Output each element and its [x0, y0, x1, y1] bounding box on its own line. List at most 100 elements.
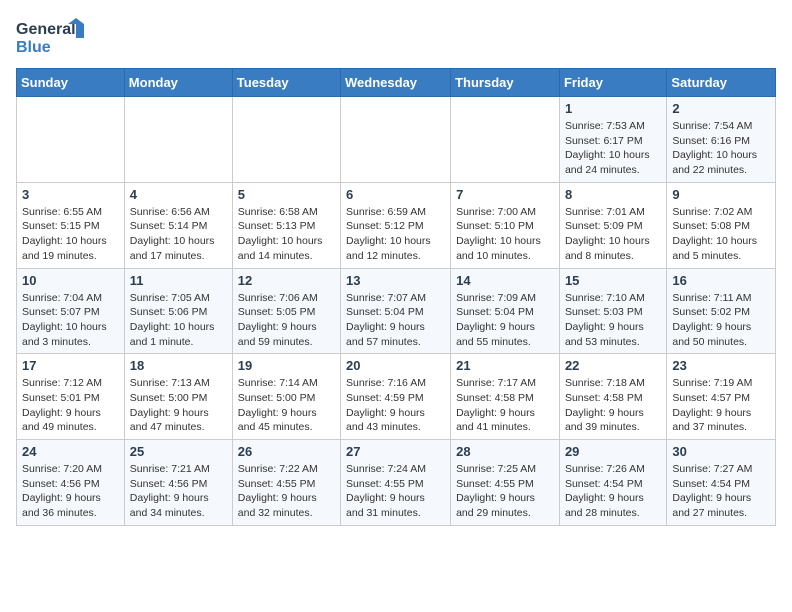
weekday-header-friday: Friday [559, 69, 666, 97]
calendar-cell [341, 97, 451, 183]
day-info: Sunrise: 7:17 AM Sunset: 4:58 PM Dayligh… [456, 376, 554, 435]
calendar-cell [451, 97, 560, 183]
calendar-table: SundayMondayTuesdayWednesdayThursdayFrid… [16, 68, 776, 526]
calendar-cell: 15 Sunrise: 7:10 AM Sunset: 5:03 PM Dayli… [559, 268, 666, 354]
calendar-cell: 6 Sunrise: 6:59 AM Sunset: 5:12 PM Daylig… [341, 182, 451, 268]
day-number: 23 [672, 358, 770, 373]
day-info: Sunrise: 7:22 AM Sunset: 4:55 PM Dayligh… [238, 462, 335, 521]
calendar-cell: 13Sunrise: 7:07 AM Sunset: 5:04 PM Dayli… [341, 268, 451, 354]
calendar-cell: 5 Sunrise: 6:58 AM Sunset: 5:13 PM Daylig… [232, 182, 340, 268]
day-info: Sunrise: 6:55 AM Sunset: 5:15 PM Dayligh… [22, 205, 119, 264]
day-number: 6 [346, 187, 445, 202]
day-info: Sunrise: 7:26 AM Sunset: 4:54 PM Dayligh… [565, 462, 661, 521]
day-info: Sunrise: 7:27 AM Sunset: 4:54 PM Dayligh… [672, 462, 770, 521]
weekday-header-tuesday: Tuesday [232, 69, 340, 97]
day-info: Sunrise: 7:10 AM Sunset: 5:03 PM Dayligh… [565, 291, 661, 350]
day-number: 5 [238, 187, 335, 202]
svg-text:General: General [16, 21, 76, 38]
calendar-cell: 18 Sunrise: 7:13 AM Sunset: 5:00 PM Dayli… [124, 354, 232, 440]
calendar-cell: 14 Sunrise: 7:09 AM Sunset: 5:04 PM Dayli… [451, 268, 560, 354]
day-info: Sunrise: 7:02 AM Sunset: 5:08 PM Dayligh… [672, 205, 770, 264]
weekday-header-sunday: Sunday [17, 69, 125, 97]
calendar-cell: 27 Sunrise: 7:24 AM Sunset: 4:55 PM Dayli… [341, 440, 451, 526]
day-number: 18 [130, 358, 227, 373]
calendar-cell: 7 Sunrise: 7:00 AM Sunset: 5:10 PM Daylig… [451, 182, 560, 268]
day-info: Sunrise: 7:13 AM Sunset: 5:00 PM Dayligh… [130, 376, 227, 435]
calendar-cell: 26 Sunrise: 7:22 AM Sunset: 4:55 PM Dayli… [232, 440, 340, 526]
weekday-header-thursday: Thursday [451, 69, 560, 97]
page: GeneralBlue SundayMondayTuesdayWednesday… [0, 0, 792, 542]
day-number: 13 [346, 273, 445, 288]
day-info: Sunrise: 7:04 AM Sunset: 5:07 PM Dayligh… [22, 291, 119, 350]
day-info: Sunrise: 7:01 AM Sunset: 5:09 PM Dayligh… [565, 205, 661, 264]
weekday-header-row: SundayMondayTuesdayWednesdayThursdayFrid… [17, 69, 776, 97]
day-number: 21 [456, 358, 554, 373]
day-number: 30 [672, 444, 770, 459]
day-info: Sunrise: 7:00 AM Sunset: 5:10 PM Dayligh… [456, 205, 554, 264]
calendar-cell: 4Sunrise: 6:56 AM Sunset: 5:14 PM Daylig… [124, 182, 232, 268]
calendar-cell: 22 Sunrise: 7:18 AM Sunset: 4:58 PM Dayli… [559, 354, 666, 440]
calendar-cell: 24 Sunrise: 7:20 AM Sunset: 4:56 PM Dayli… [17, 440, 125, 526]
day-number: 14 [456, 273, 554, 288]
header: GeneralBlue [16, 16, 776, 56]
day-number: 17 [22, 358, 119, 373]
day-info: Sunrise: 7:05 AM Sunset: 5:06 PM Dayligh… [130, 291, 227, 350]
calendar-cell: 16 Sunrise: 7:11 AM Sunset: 5:02 PM Dayli… [667, 268, 776, 354]
day-info: Sunrise: 7:20 AM Sunset: 4:56 PM Dayligh… [22, 462, 119, 521]
calendar-cell: 20 Sunrise: 7:16 AM Sunset: 4:59 PM Dayli… [341, 354, 451, 440]
calendar-cell: 21 Sunrise: 7:17 AM Sunset: 4:58 PM Dayli… [451, 354, 560, 440]
day-number: 8 [565, 187, 661, 202]
calendar-cell: 2Sunrise: 7:54 AM Sunset: 6:16 PM Daylig… [667, 97, 776, 183]
calendar-cell [17, 97, 125, 183]
day-number: 27 [346, 444, 445, 459]
logo-icon: GeneralBlue [16, 16, 96, 56]
day-number: 15 [565, 273, 661, 288]
day-number: 10 [22, 273, 119, 288]
calendar-cell: 23 Sunrise: 7:19 AM Sunset: 4:57 PM Dayli… [667, 354, 776, 440]
weekday-header-monday: Monday [124, 69, 232, 97]
calendar-cell: 10 Sunrise: 7:04 AM Sunset: 5:07 PM Dayli… [17, 268, 125, 354]
calendar-cell: 9Sunrise: 7:02 AM Sunset: 5:08 PM Daylig… [667, 182, 776, 268]
weekday-header-saturday: Saturday [667, 69, 776, 97]
calendar-cell [124, 97, 232, 183]
day-info: Sunrise: 7:14 AM Sunset: 5:00 PM Dayligh… [238, 376, 335, 435]
day-info: Sunrise: 7:18 AM Sunset: 4:58 PM Dayligh… [565, 376, 661, 435]
svg-text:Blue: Blue [16, 39, 51, 56]
day-number: 16 [672, 273, 770, 288]
day-number: 7 [456, 187, 554, 202]
day-number: 25 [130, 444, 227, 459]
day-number: 4 [130, 187, 227, 202]
day-info: Sunrise: 6:59 AM Sunset: 5:12 PM Dayligh… [346, 205, 445, 264]
day-info: Sunrise: 7:12 AM Sunset: 5:01 PM Dayligh… [22, 376, 119, 435]
calendar-cell: 12Sunrise: 7:06 AM Sunset: 5:05 PM Dayli… [232, 268, 340, 354]
calendar-week-3: 10 Sunrise: 7:04 AM Sunset: 5:07 PM Dayli… [17, 268, 776, 354]
day-number: 20 [346, 358, 445, 373]
calendar-week-2: 3Sunrise: 6:55 AM Sunset: 5:15 PM Daylig… [17, 182, 776, 268]
day-number: 24 [22, 444, 119, 459]
calendar-week-5: 24 Sunrise: 7:20 AM Sunset: 4:56 PM Dayli… [17, 440, 776, 526]
calendar-cell: 19 Sunrise: 7:14 AM Sunset: 5:00 PM Dayli… [232, 354, 340, 440]
day-info: Sunrise: 7:25 AM Sunset: 4:55 PM Dayligh… [456, 462, 554, 521]
day-number: 26 [238, 444, 335, 459]
calendar-cell: 11Sunrise: 7:05 AM Sunset: 5:06 PM Dayli… [124, 268, 232, 354]
day-info: Sunrise: 6:58 AM Sunset: 5:13 PM Dayligh… [238, 205, 335, 264]
day-info: Sunrise: 7:53 AM Sunset: 6:17 PM Dayligh… [565, 119, 661, 178]
calendar-cell: 3Sunrise: 6:55 AM Sunset: 5:15 PM Daylig… [17, 182, 125, 268]
day-number: 22 [565, 358, 661, 373]
weekday-header-wednesday: Wednesday [341, 69, 451, 97]
day-info: Sunrise: 7:19 AM Sunset: 4:57 PM Dayligh… [672, 376, 770, 435]
day-info: Sunrise: 7:09 AM Sunset: 5:04 PM Dayligh… [456, 291, 554, 350]
day-number: 29 [565, 444, 661, 459]
calendar-cell: 1Sunrise: 7:53 AM Sunset: 6:17 PM Daylig… [559, 97, 666, 183]
day-info: Sunrise: 7:16 AM Sunset: 4:59 PM Dayligh… [346, 376, 445, 435]
day-info: Sunrise: 7:24 AM Sunset: 4:55 PM Dayligh… [346, 462, 445, 521]
day-number: 28 [456, 444, 554, 459]
day-number: 19 [238, 358, 335, 373]
calendar-cell: 17 Sunrise: 7:12 AM Sunset: 5:01 PM Dayli… [17, 354, 125, 440]
calendar-cell [232, 97, 340, 183]
day-number: 2 [672, 101, 770, 116]
day-info: Sunrise: 7:11 AM Sunset: 5:02 PM Dayligh… [672, 291, 770, 350]
calendar-cell: 25Sunrise: 7:21 AM Sunset: 4:56 PM Dayli… [124, 440, 232, 526]
day-number: 12 [238, 273, 335, 288]
logo: GeneralBlue [16, 16, 96, 56]
